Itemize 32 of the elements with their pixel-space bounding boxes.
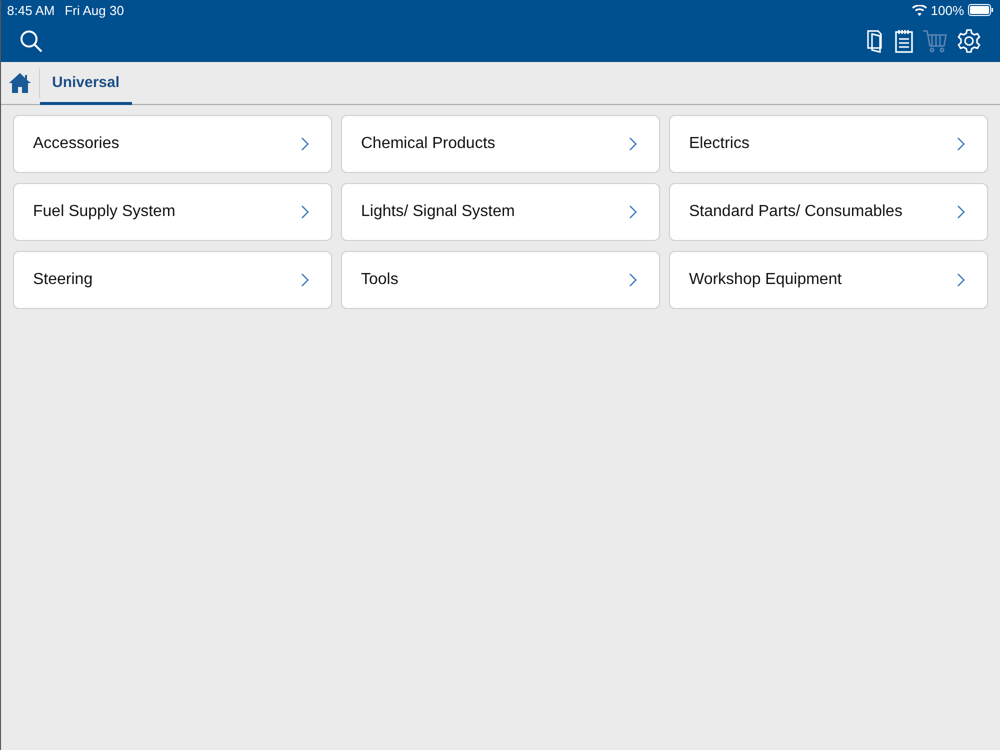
search-button[interactable] [19, 29, 43, 53]
battery-icon [968, 4, 994, 16]
category-item[interactable]: Tools [341, 251, 660, 309]
chevron-icon [301, 273, 309, 287]
category-item[interactable]: Fuel Supply System [13, 183, 332, 241]
category-item[interactable]: Steering [13, 251, 332, 309]
wifi-icon [912, 4, 927, 16]
settings-icon [956, 28, 982, 54]
settings-button[interactable] [956, 28, 982, 54]
chevron-icon [629, 137, 637, 151]
battery-percent: 100% [930, 2, 964, 18]
chevron-icon [957, 137, 965, 151]
chevron-icon [301, 205, 309, 219]
category-item[interactable]: Lights/ Signal System [341, 183, 660, 241]
tab[interactable]: Universal [40, 62, 132, 105]
home-icon [9, 73, 31, 93]
status-date: Fri Aug 30 [64, 2, 124, 18]
chevron-icon [629, 273, 637, 287]
status-time: 8:45 AM [7, 2, 55, 18]
category-item[interactable]: Workshop Equipment [669, 251, 988, 309]
chevron-icon [957, 273, 965, 287]
chevron-icon [957, 205, 965, 219]
search-icon [19, 29, 43, 53]
category-item[interactable]: Electrics [669, 115, 988, 173]
notepad-icon [894, 28, 914, 54]
cart-icon [922, 28, 948, 54]
category-item[interactable]: Accessories [13, 115, 332, 173]
notepad-button[interactable] [894, 28, 914, 54]
category-item[interactable]: Standard Parts/ Consumables [669, 183, 988, 241]
category-item[interactable]: Chemical Products [341, 115, 660, 173]
chevron-icon [629, 205, 637, 219]
chevron-icon [301, 137, 309, 151]
